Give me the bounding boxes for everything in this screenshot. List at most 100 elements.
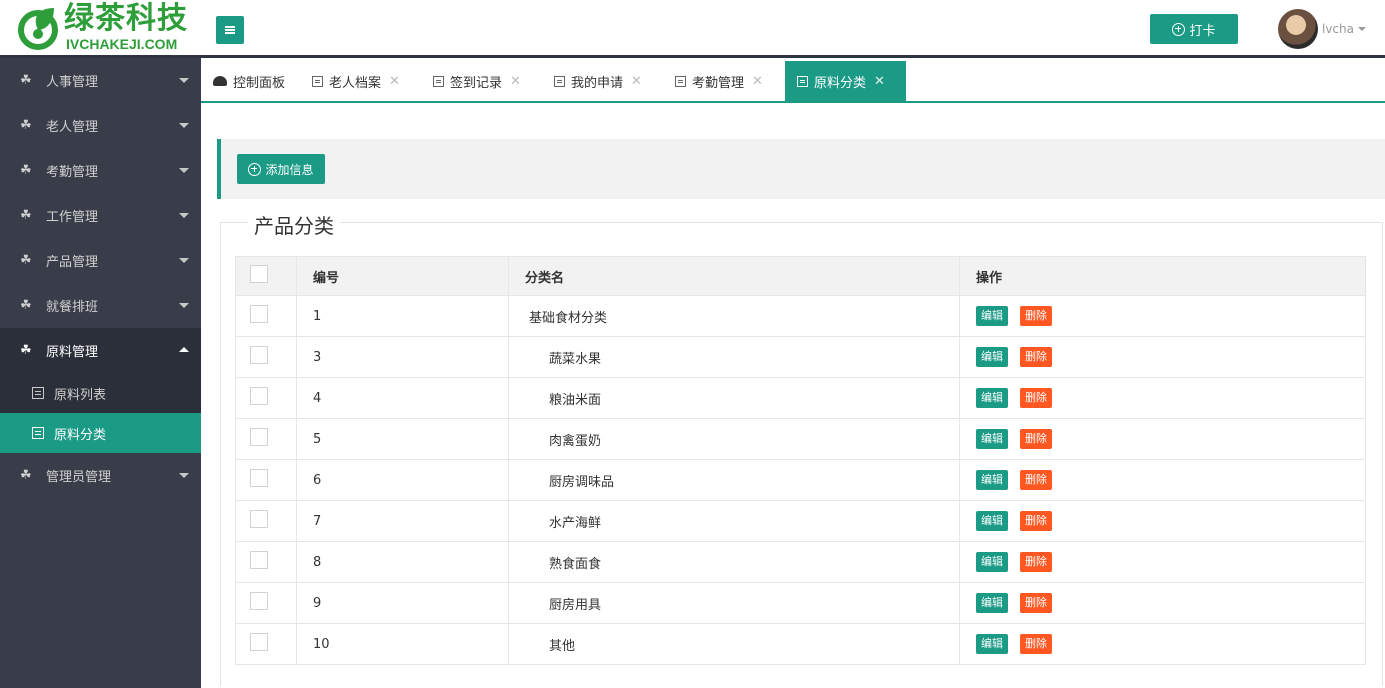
sidebar-item-attendance[interactable]: ☘ 考勤管理 xyxy=(0,148,201,193)
edit-button[interactable]: 编辑 xyxy=(976,552,1008,572)
section-title: 产品分类 xyxy=(248,210,340,239)
delete-button[interactable]: 删除 xyxy=(1020,634,1052,654)
row-checkbox[interactable] xyxy=(250,305,268,323)
row-checkbox[interactable] xyxy=(250,346,268,364)
add-info-button[interactable]: 添加信息 xyxy=(237,154,325,184)
sidebar-item-products[interactable]: ☘ 产品管理 xyxy=(0,238,201,283)
row-category-name: 厨房用具 xyxy=(508,582,960,624)
caret-down-icon xyxy=(179,123,189,128)
row-id: 8 xyxy=(296,541,509,583)
row-checkbox[interactable] xyxy=(250,551,268,569)
plus-circle-icon xyxy=(1172,22,1186,36)
row-checkbox-cell xyxy=(235,541,297,583)
delete-button[interactable]: 删除 xyxy=(1020,388,1052,408)
header-id: 编号 xyxy=(296,256,509,296)
add-info-label: 添加信息 xyxy=(265,162,314,177)
group-icon: ☘ xyxy=(20,118,32,133)
row-checkbox[interactable] xyxy=(250,592,268,610)
tab-dashboard[interactable]: 控制面板 xyxy=(213,61,285,101)
tab-label: 签到记录 xyxy=(450,75,503,91)
row-category-name: 肉禽蛋奶 xyxy=(508,418,960,460)
close-icon[interactable]: ✕ xyxy=(874,74,885,89)
edit-button[interactable]: 编辑 xyxy=(976,429,1008,449)
sidebar-item-hr[interactable]: ☘ 人事管理 xyxy=(0,58,201,103)
delete-button[interactable]: 删除 xyxy=(1020,306,1052,326)
menu-toggle-button[interactable] xyxy=(216,16,244,44)
row-category-name: 厨房调味品 xyxy=(508,459,960,501)
caret-down-icon xyxy=(179,168,189,173)
row-category-name: 水产海鲜 xyxy=(508,500,960,542)
list-icon xyxy=(32,427,44,439)
group-icon: ☘ xyxy=(20,163,32,178)
row-id: 10 xyxy=(296,623,509,665)
sidebar-subitem-material-category[interactable]: 原料分类 xyxy=(0,413,201,453)
top-header: 绿茶科技 IVCHAKEJI.COM 打卡 lvcha xyxy=(0,0,1385,58)
table-row: 1 基础食材分类 编辑 删除 xyxy=(235,295,1366,337)
close-icon[interactable]: ✕ xyxy=(389,74,400,89)
sidebar-item-label: 产品管理 xyxy=(46,255,99,270)
edit-button[interactable]: 编辑 xyxy=(976,347,1008,367)
delete-button[interactable]: 删除 xyxy=(1020,593,1052,613)
row-checkbox[interactable] xyxy=(250,428,268,446)
user-menu[interactable]: lvcha xyxy=(1278,9,1378,49)
hamburger-icon xyxy=(225,26,235,34)
tab-label: 老人档案 xyxy=(329,75,382,91)
row-actions: 编辑 删除 xyxy=(959,500,1366,542)
sidebar-subitem-label: 原料分类 xyxy=(54,427,107,443)
group-icon: ☘ xyxy=(20,468,32,483)
delete-button[interactable]: 删除 xyxy=(1020,511,1052,531)
chevron-down-icon xyxy=(1358,27,1366,31)
row-checkbox-cell xyxy=(235,336,297,378)
tab-signin-records[interactable]: 签到记录 ✕ xyxy=(433,61,521,101)
close-icon[interactable]: ✕ xyxy=(631,74,642,89)
table-row: 3 蔬菜水果 编辑 删除 xyxy=(235,336,1366,378)
sidebar-item-label: 老人管理 xyxy=(46,120,99,135)
sidebar-item-work[interactable]: ☘ 工作管理 xyxy=(0,193,201,238)
row-actions: 编辑 删除 xyxy=(959,459,1366,501)
table-header-row: 编号 分类名 操作 xyxy=(235,256,1366,296)
row-checkbox[interactable] xyxy=(250,469,268,487)
delete-button[interactable]: 删除 xyxy=(1020,470,1052,490)
delete-button[interactable]: 删除 xyxy=(1020,347,1052,367)
row-checkbox-cell xyxy=(235,582,297,624)
edit-button[interactable]: 编辑 xyxy=(976,306,1008,326)
sidebar-subitem-material-list[interactable]: 原料列表 xyxy=(0,373,201,413)
close-icon[interactable]: ✕ xyxy=(752,74,763,89)
edit-button[interactable]: 编辑 xyxy=(976,511,1008,531)
avatar xyxy=(1278,9,1318,49)
brand-logo[interactable]: 绿茶科技 IVCHAKEJI.COM xyxy=(14,2,200,54)
sidebar-item-dining[interactable]: ☘ 就餐排班 xyxy=(0,283,201,328)
sidebar-subitem-label: 原料列表 xyxy=(54,387,107,403)
sidebar-item-elderly[interactable]: ☘ 老人管理 xyxy=(0,103,201,148)
category-table: 编号 分类名 操作 1 基础食材分类 编辑 删除 3 蔬菜水果 编辑 删除 4 粮油米面 编辑 删除 5… xyxy=(235,256,1366,665)
row-actions: 编辑 删除 xyxy=(959,418,1366,460)
edit-button[interactable]: 编辑 xyxy=(976,470,1008,490)
header-ops: 操作 xyxy=(959,256,1366,296)
tab-elderly-records[interactable]: 老人档案 ✕ xyxy=(312,61,400,101)
table-row: 8 熟食面食 编辑 删除 xyxy=(235,541,1366,583)
sidebar-item-label: 人事管理 xyxy=(46,75,99,90)
list-icon xyxy=(433,75,444,87)
delete-button[interactable]: 删除 xyxy=(1020,429,1052,449)
group-icon: ☘ xyxy=(20,208,32,223)
edit-button[interactable]: 编辑 xyxy=(976,634,1008,654)
edit-button[interactable]: 编辑 xyxy=(976,593,1008,613)
row-checkbox[interactable] xyxy=(250,387,268,405)
row-checkbox[interactable] xyxy=(250,510,268,528)
sidebar-item-materials[interactable]: ☘ 原料管理 xyxy=(0,328,201,373)
select-all-checkbox[interactable] xyxy=(250,265,268,283)
sidebar-item-admins[interactable]: ☘ 管理员管理 xyxy=(0,453,201,498)
close-icon[interactable]: ✕ xyxy=(510,74,521,89)
group-icon: ☘ xyxy=(20,343,32,358)
action-toolbar: 添加信息 xyxy=(217,139,1385,199)
tab-attendance[interactable]: 考勤管理 ✕ xyxy=(675,61,763,101)
tab-my-requests[interactable]: 我的申请 ✕ xyxy=(554,61,642,101)
tab-material-category[interactable]: 原料分类 ✕ xyxy=(785,61,906,101)
edit-button[interactable]: 编辑 xyxy=(976,388,1008,408)
row-checkbox[interactable] xyxy=(250,633,268,651)
sidebar-item-label: 就餐排班 xyxy=(46,300,99,315)
table-row: 7 水产海鲜 编辑 删除 xyxy=(235,500,1366,542)
delete-button[interactable]: 删除 xyxy=(1020,552,1052,572)
punch-button[interactable]: 打卡 xyxy=(1150,14,1238,44)
caret-down-icon xyxy=(179,78,189,83)
